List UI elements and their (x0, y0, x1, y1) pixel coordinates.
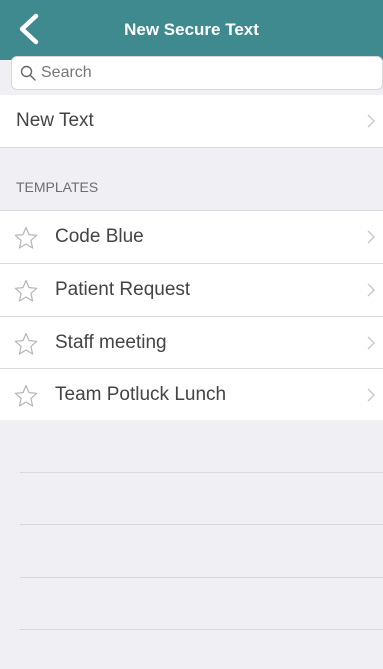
chevron-right-icon (367, 388, 375, 402)
search-bar[interactable] (11, 56, 383, 90)
chevron-right-icon (367, 114, 375, 128)
template-row-patient-request[interactable]: Patient Request (0, 264, 383, 316)
empty-row-divider (20, 472, 383, 473)
chevron-right-icon (367, 336, 375, 350)
template-row-code-blue[interactable]: Code Blue (0, 211, 383, 263)
template-label: Staff meeting (55, 332, 167, 353)
star-outline-icon[interactable] (14, 332, 38, 356)
search-input[interactable] (41, 57, 371, 89)
template-row-staff-meeting[interactable]: Staff meeting (0, 317, 383, 369)
empty-row-divider (20, 629, 383, 630)
search-icon (20, 65, 36, 81)
star-outline-icon[interactable] (14, 384, 38, 408)
template-label: Code Blue (55, 226, 144, 247)
empty-row-divider (20, 577, 383, 578)
template-label: Patient Request (55, 279, 191, 300)
chevron-right-icon (367, 230, 375, 244)
page-title: New Secure Text (124, 20, 259, 39)
templates-section-header: TEMPLATES (16, 179, 99, 195)
template-label: Team Potluck Lunch (55, 384, 227, 405)
new-text-label: New Text (16, 110, 94, 131)
navigation-bar: New Secure Text (0, 0, 383, 60)
divider (0, 147, 383, 148)
empty-list-area (0, 420, 383, 669)
empty-row-divider (20, 524, 383, 525)
chevron-right-icon (367, 283, 375, 297)
new-text-row[interactable]: New Text (0, 95, 383, 147)
star-outline-icon[interactable] (14, 279, 38, 303)
template-row-team-potluck-lunch[interactable]: Team Potluck Lunch (0, 369, 383, 421)
star-outline-icon[interactable] (14, 226, 38, 250)
